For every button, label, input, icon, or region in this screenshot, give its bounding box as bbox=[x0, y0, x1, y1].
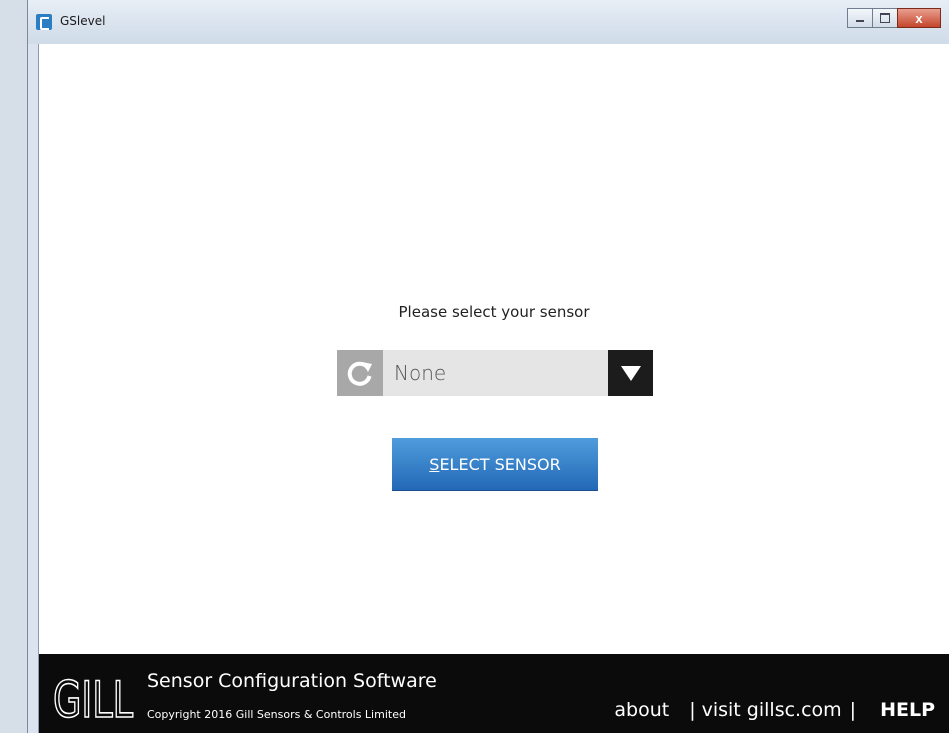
close-button[interactable]: x bbox=[897, 8, 941, 28]
select-sensor-label: ELECT SENSOR bbox=[439, 454, 561, 474]
help-link[interactable]: HELP bbox=[880, 699, 935, 721]
app-name: Sensor Configuration Software bbox=[147, 670, 437, 692]
refresh-button[interactable] bbox=[337, 350, 383, 396]
footer-links: about | visit gillsc.com | HELP bbox=[614, 699, 935, 721]
sensor-dropdown-value: None bbox=[394, 361, 447, 385]
select-sensor-mnemonic: S bbox=[429, 454, 440, 474]
svg-text:GILL: GILL bbox=[53, 671, 133, 725]
title-bar[interactable]: GSlevel x bbox=[28, 0, 949, 44]
select-sensor-button[interactable]: S ELECT SENSOR bbox=[392, 438, 598, 491]
about-link[interactable]: about bbox=[614, 699, 669, 721]
gill-logo: GILL bbox=[52, 670, 134, 725]
app-icon bbox=[36, 14, 52, 30]
sensor-dropdown[interactable]: None bbox=[337, 350, 653, 396]
maximize-button[interactable] bbox=[872, 8, 898, 28]
window-controls: x bbox=[847, 8, 941, 28]
footer-bar: GILL Sensor Configuration Software Copyr… bbox=[39, 654, 949, 733]
select-sensor-prompt: Please select your sensor bbox=[398, 303, 590, 321]
window-title: GSlevel bbox=[60, 14, 106, 28]
visit-website-link[interactable]: visit gillsc.com bbox=[702, 699, 842, 721]
link-separator: | bbox=[849, 699, 857, 721]
refresh-icon bbox=[347, 361, 372, 386]
copyright-text: Copyright 2016 Gill Sensors & Controls L… bbox=[147, 708, 406, 721]
app-window: GSlevel x Please select your sensor None bbox=[27, 0, 949, 733]
minimize-button[interactable] bbox=[847, 8, 873, 28]
triangle-down-icon bbox=[620, 366, 641, 381]
dropdown-arrow-button[interactable] bbox=[608, 350, 653, 396]
main-content: Please select your sensor None S ELECT SE… bbox=[38, 44, 949, 733]
link-separator: | bbox=[689, 699, 696, 721]
